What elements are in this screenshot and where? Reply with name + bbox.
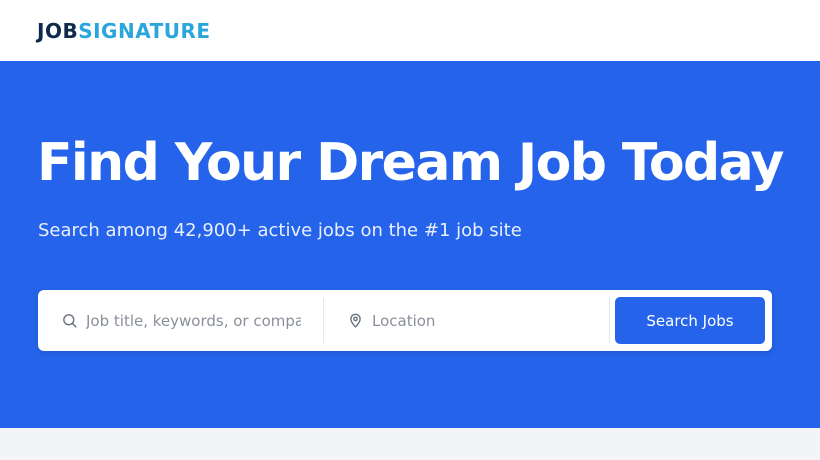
keyword-input[interactable]	[86, 290, 301, 351]
location-input[interactable]	[372, 290, 592, 351]
logo-text-job: JOB	[37, 19, 79, 43]
keyword-field	[38, 290, 323, 351]
logo-text-signature: SIGNATURE	[78, 19, 211, 43]
site-logo[interactable]: JOBSIGNATURE	[37, 21, 211, 41]
location-field	[324, 290, 609, 351]
job-search-form: Search Jobs	[38, 290, 772, 351]
content-area	[0, 428, 820, 460]
map-pin-icon	[346, 312, 364, 330]
hero-subtitle: Search among 42,900+ active jobs on the …	[38, 220, 522, 241]
search-icon	[60, 312, 78, 330]
site-header: JOBSIGNATURE	[0, 0, 820, 61]
hero-title: Find Your Dream Job Today	[37, 133, 784, 193]
search-divider-2	[609, 298, 610, 343]
search-jobs-button[interactable]: Search Jobs	[615, 297, 765, 344]
hero-section: Find Your Dream Job Today Search among 4…	[0, 61, 820, 428]
